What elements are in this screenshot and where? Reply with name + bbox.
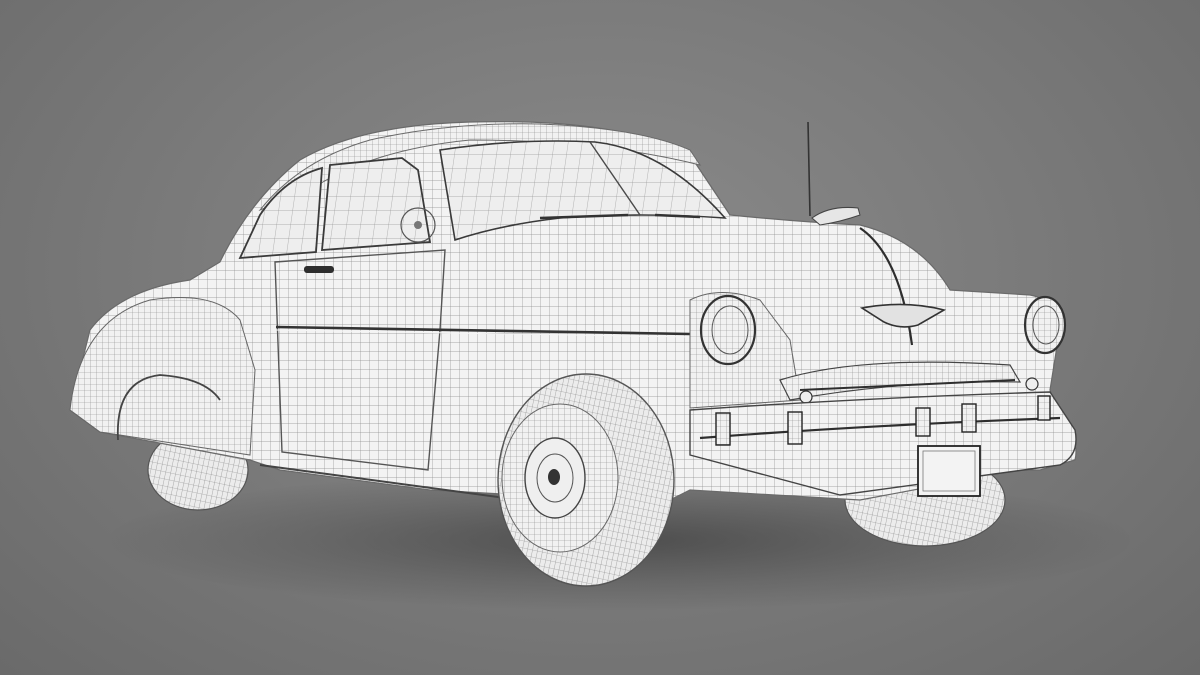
door-handle bbox=[304, 266, 334, 273]
car-wireframe-render bbox=[69, 121, 1077, 587]
hubcap bbox=[524, 437, 586, 519]
headlight-left bbox=[699, 294, 757, 366]
front-left-wheel bbox=[497, 373, 675, 587]
hood-ornament bbox=[811, 207, 861, 226]
headlight-right bbox=[1023, 295, 1067, 355]
side-window-front bbox=[321, 157, 432, 251]
antenna bbox=[807, 121, 811, 217]
license-plate bbox=[917, 445, 981, 497]
render-viewport bbox=[0, 0, 1200, 675]
